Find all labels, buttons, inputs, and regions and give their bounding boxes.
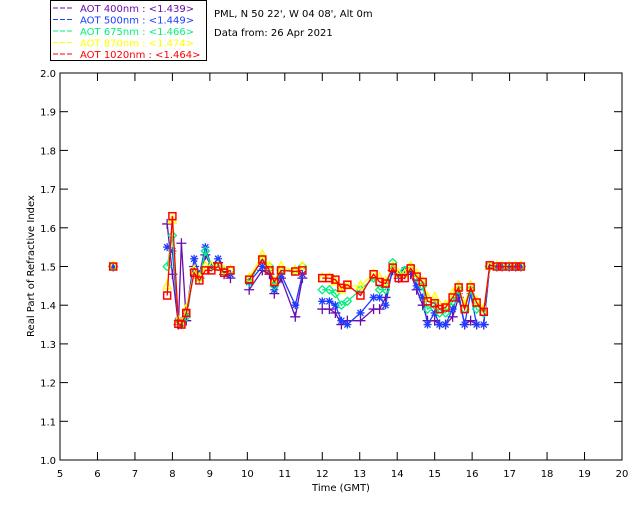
data-point-asterisk bbox=[479, 320, 488, 329]
data-point-asterisk bbox=[291, 301, 300, 310]
x-tick-label: 14 bbox=[391, 469, 404, 480]
legend-entry: AOT 675nm : <1.466> bbox=[80, 27, 194, 38]
plot-frame bbox=[59, 72, 623, 461]
y-axis-label: Real Part of Refractive Index bbox=[26, 195, 37, 337]
data-point-asterisk bbox=[381, 301, 390, 310]
x-tick-label: 9 bbox=[207, 469, 213, 480]
legend-entry: AOT 500nm : <1.449> bbox=[80, 16, 194, 27]
data-point-asterisk bbox=[343, 320, 352, 329]
data-point-asterisk bbox=[423, 320, 432, 329]
x-tick-label: 7 bbox=[132, 469, 138, 480]
y-tick-label: 1.0 bbox=[40, 456, 56, 467]
data-point-asterisk bbox=[441, 320, 450, 329]
x-tick-label: 5 bbox=[57, 469, 63, 480]
data-point-asterisk bbox=[356, 308, 365, 317]
x-axis-label: Time (GMT) bbox=[311, 483, 370, 494]
x-tick-label: 11 bbox=[278, 469, 291, 480]
data-point-plus bbox=[290, 311, 301, 322]
data-point-asterisk bbox=[318, 297, 327, 306]
y-tick-label: 1.6 bbox=[40, 224, 56, 235]
legend: AOT 400nm : <1.439>AOT 500nm : <1.449>AO… bbox=[50, 0, 207, 61]
legend-entry: AOT 1020nm : <1.464> bbox=[80, 50, 200, 61]
data-point-asterisk bbox=[472, 320, 481, 329]
y-tick-label: 2.0 bbox=[40, 69, 56, 80]
y-tick-label: 1.4 bbox=[40, 301, 56, 312]
y-tick-label: 1.1 bbox=[40, 417, 56, 428]
y-tick-label: 1.7 bbox=[40, 185, 56, 196]
legend-entry: AOT 870nm : <1.474> bbox=[80, 39, 194, 50]
data-point-asterisk bbox=[337, 316, 346, 325]
y-tick-label: 1.2 bbox=[40, 379, 56, 390]
x-tick-label: 8 bbox=[169, 469, 175, 480]
x-tick-label: 20 bbox=[616, 469, 629, 480]
axes: 5 6 7 8 9 10 11 12 13 14 15 16 17 18 19 20 1.0 1.1 1.2 1.3 1… bbox=[40, 69, 628, 480]
data-point-plus bbox=[176, 238, 187, 249]
y-tick-label: 1.8 bbox=[40, 146, 56, 157]
plot-area bbox=[108, 211, 526, 330]
data-point-asterisk bbox=[375, 293, 384, 302]
data-point-asterisk bbox=[190, 254, 199, 263]
data-point-asterisk bbox=[325, 297, 334, 306]
x-tick-label: 13 bbox=[353, 469, 366, 480]
x-tick-label: 15 bbox=[428, 469, 441, 480]
x-tick-label: 18 bbox=[541, 469, 554, 480]
x-tick-label: 19 bbox=[578, 469, 591, 480]
x-tick-label: 12 bbox=[316, 469, 329, 480]
x-tick-label: 10 bbox=[241, 469, 254, 480]
y-tick-label: 1.5 bbox=[40, 263, 56, 274]
x-tick-label: 6 bbox=[94, 469, 100, 480]
y-tick-label: 1.3 bbox=[40, 340, 56, 351]
y-tick-label: 1.9 bbox=[40, 108, 56, 119]
data-point-asterisk bbox=[460, 320, 469, 329]
date-info: Data from: 26 Apr 2021 bbox=[214, 28, 333, 39]
x-tick-label: 16 bbox=[466, 469, 479, 480]
refractive-index-chart: AOT 400nm : <1.439>AOT 500nm : <1.449>AO… bbox=[26, 0, 628, 494]
x-tick-label: 17 bbox=[503, 469, 516, 480]
legend-entry: AOT 400nm : <1.439> bbox=[80, 4, 194, 15]
site-info: PML, N 50 22', W 04 08', Alt 0m bbox=[214, 9, 373, 20]
